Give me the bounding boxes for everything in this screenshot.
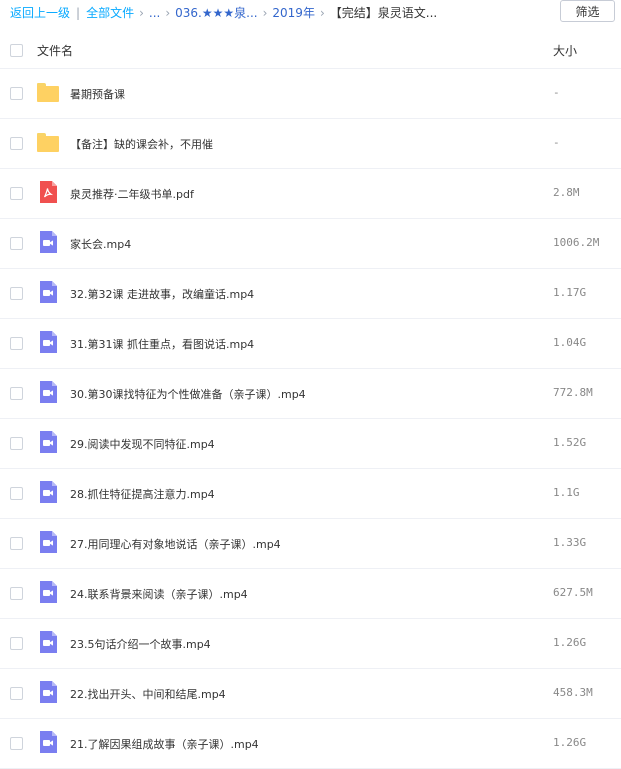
top-bar: 返回上一级 | 全部文件 ›... › 036.★★★泉... › 2019年 › 【完结】泉灵语… [0, 0, 621, 24]
back-link[interactable]: 返回上一级 [10, 6, 70, 20]
video-file-icon [37, 581, 59, 603]
row-checkbox[interactable] [10, 87, 23, 100]
breadcrumb-level-2[interactable]: 2019年 [272, 6, 315, 20]
file-size: - [553, 136, 560, 149]
video-file-icon [37, 231, 59, 253]
chevron-right-icon: › [165, 6, 171, 20]
file-size: 1006.2M [553, 236, 600, 249]
file-name[interactable]: 22.找出开头、中间和结尾.mp4 [70, 686, 226, 702]
breadcrumb-ellipsis[interactable]: ... [149, 6, 160, 20]
file-row[interactable]: 暑期预备课 - [0, 69, 621, 119]
file-size: 1.33G [553, 536, 587, 549]
file-size: 1.17G [553, 286, 587, 299]
breadcrumb-current: 【完结】泉灵语文... [329, 6, 438, 20]
file-name[interactable]: 32.第32课 走进故事，改编童话.mp4 [70, 286, 254, 302]
file-name[interactable]: 23.5句话介绍一个故事.mp4 [70, 636, 211, 652]
column-header-size[interactable]: 大小 [553, 42, 577, 59]
video-file-icon [37, 481, 59, 503]
video-file-icon [37, 681, 59, 703]
row-checkbox[interactable] [10, 387, 23, 400]
file-row[interactable]: 【备注】缺的课会补，不用催 - [0, 119, 621, 169]
video-file-icon [37, 631, 59, 653]
file-name[interactable]: 21.了解因果组成故事（亲子课）.mp4 [70, 736, 259, 752]
file-name[interactable]: 泉灵推荐·二年级书单.pdf [70, 186, 194, 202]
file-size: 1.1G [553, 486, 580, 499]
file-size: 627.5M [553, 586, 593, 599]
file-name[interactable]: 24.联系背景来阅读（亲子课）.mp4 [70, 586, 248, 602]
row-checkbox[interactable] [10, 337, 23, 350]
row-checkbox[interactable] [10, 237, 23, 250]
file-row[interactable]: 32.第32课 走进故事，改编童话.mp4 1.17G [0, 269, 621, 319]
file-row[interactable]: 22.找出开头、中间和结尾.mp4 458.3M [0, 669, 621, 719]
file-size: 458.3M [553, 686, 593, 699]
row-checkbox[interactable] [10, 137, 23, 150]
file-size: 1.04G [553, 336, 587, 349]
video-file-icon [37, 531, 59, 553]
file-name[interactable]: 暑期预备课 [70, 86, 125, 102]
file-name[interactable]: 【备注】缺的课会补，不用催 [70, 136, 213, 152]
row-checkbox[interactable] [10, 537, 23, 550]
file-name[interactable]: 27.用同理心有对象地说话（亲子课）.mp4 [70, 536, 281, 552]
file-row[interactable]: 泉灵推荐·二年级书单.pdf 2.8M [0, 169, 621, 219]
table-header: 文件名 大小 [0, 33, 621, 69]
chevron-right-icon: › [139, 6, 144, 20]
column-header-name[interactable]: 文件名 [37, 42, 73, 59]
file-size: 1.52G [553, 436, 587, 449]
file-row[interactable]: 28.抓住特征提高注意力.mp4 1.1G [0, 469, 621, 519]
file-size: 772.8M [553, 386, 593, 399]
file-name[interactable]: 30.第30课找特征为个性做准备（亲子课）.mp4 [70, 386, 306, 402]
chevron-right-icon: › [262, 6, 268, 20]
file-row[interactable]: 23.5句话介绍一个故事.mp4 1.26G [0, 619, 621, 669]
file-name[interactable]: 29.阅读中发现不同特征.mp4 [70, 436, 215, 452]
file-row[interactable]: 家长会.mp4 1006.2M [0, 219, 621, 269]
pdf-file-icon [37, 181, 59, 203]
file-row[interactable]: 31.第31课 抓住重点，看图说话.mp4 1.04G [0, 319, 621, 369]
file-list: 暑期预备课 - 【备注】缺的课会补，不用催 - 泉灵推荐·二年级书单.pdf 2.8M 家长… [0, 69, 621, 769]
filter-button[interactable]: 筛选 [560, 0, 615, 22]
file-row[interactable]: 29.阅读中发现不同特征.mp4 1.52G [0, 419, 621, 469]
video-file-icon [37, 381, 59, 403]
video-file-icon [37, 281, 59, 303]
row-checkbox[interactable] [10, 437, 23, 450]
row-checkbox[interactable] [10, 587, 23, 600]
file-row[interactable]: 30.第30课找特征为个性做准备（亲子课）.mp4 772.8M [0, 369, 621, 419]
file-name[interactable]: 31.第31课 抓住重点，看图说话.mp4 [70, 336, 254, 352]
folder-icon [37, 81, 59, 103]
breadcrumb: 返回上一级 | 全部文件 ›... › 036.★★★泉... › 2019年 › 【完结】泉灵语… [10, 4, 437, 21]
row-checkbox[interactable] [10, 287, 23, 300]
file-size: 1.26G [553, 736, 587, 749]
all-files-link[interactable]: 全部文件 [86, 6, 134, 20]
file-name[interactable]: 28.抓住特征提高注意力.mp4 [70, 486, 215, 502]
select-all-checkbox[interactable] [10, 44, 23, 57]
video-file-icon [37, 731, 59, 753]
breadcrumb-separator: | [76, 6, 81, 20]
file-size: 2.8M [553, 186, 580, 199]
video-file-icon [37, 331, 59, 353]
file-row[interactable]: 21.了解因果组成故事（亲子课）.mp4 1.26G [0, 719, 621, 769]
folder-icon [37, 131, 59, 153]
video-file-icon [37, 431, 59, 453]
row-checkbox[interactable] [10, 187, 23, 200]
file-size: 1.26G [553, 636, 587, 649]
breadcrumb-level-1[interactable]: 036.★★★泉... [175, 6, 257, 20]
row-checkbox[interactable] [10, 637, 23, 650]
file-size: - [553, 86, 560, 99]
file-name[interactable]: 家长会.mp4 [70, 236, 131, 252]
row-checkbox[interactable] [10, 487, 23, 500]
chevron-right-icon: › [319, 6, 325, 20]
row-checkbox[interactable] [10, 687, 23, 700]
file-row[interactable]: 24.联系背景来阅读（亲子课）.mp4 627.5M [0, 569, 621, 619]
file-row[interactable]: 27.用同理心有对象地说话（亲子课）.mp4 1.33G [0, 519, 621, 569]
